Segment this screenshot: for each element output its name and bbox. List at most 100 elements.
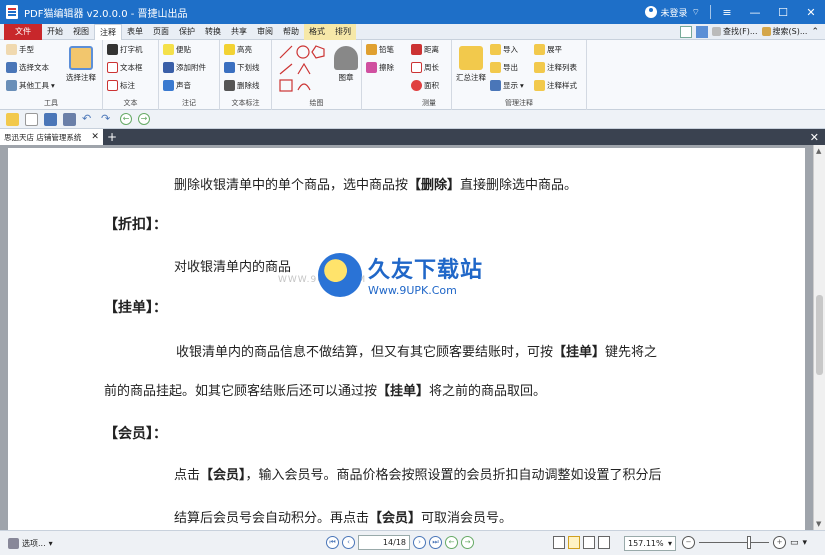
new-file-icon[interactable] [25, 112, 38, 126]
gear-icon [6, 80, 17, 91]
new-tab-icon[interactable]: + [107, 130, 117, 144]
scroll-up-icon[interactable]: ▲ [816, 147, 821, 155]
hand-tool[interactable]: 手型 [6, 44, 34, 55]
tab-convert[interactable]: 转换 [200, 24, 226, 40]
search-button[interactable]: 搜索(S)... [761, 26, 807, 37]
zoom-slider[interactable] [699, 536, 769, 549]
page-number-input[interactable]: 14/18 [358, 535, 410, 550]
next-page-button[interactable]: › [413, 536, 426, 549]
other-tools[interactable]: 其他工具 ▾ [6, 80, 55, 91]
first-page-button[interactable]: ⏮ [326, 536, 339, 549]
stamp-label: 图章 [338, 73, 354, 82]
undo-icon[interactable]: ↶ [82, 112, 95, 126]
zoom-out-button[interactable]: − [682, 536, 695, 549]
back-icon[interactable]: ← [120, 113, 132, 125]
speaker-icon [163, 80, 174, 91]
prev-page-button[interactable]: ‹ [342, 536, 355, 549]
export-tool[interactable]: 导出 [490, 62, 518, 73]
perimeter-tool[interactable]: 周长 [411, 62, 439, 73]
show-tool[interactable]: 显示 ▾ [490, 80, 524, 91]
note-tool[interactable]: 便贴 [163, 44, 191, 55]
zoom-slider-handle[interactable] [747, 536, 751, 549]
textbox-tool[interactable]: 文本框 [107, 62, 143, 73]
tab-protect[interactable]: 保护 [174, 24, 200, 40]
redo-icon[interactable]: ↷ [101, 112, 114, 126]
login-button[interactable]: 未登录 ⌔ [644, 6, 700, 19]
tab-arrange[interactable]: 排列 [330, 23, 356, 40]
tab-page[interactable]: 页面 [148, 24, 174, 40]
typewriter-tool[interactable]: 打字机 [107, 44, 143, 55]
maximize-button[interactable]: ☐ [769, 0, 797, 24]
close-tab-icon[interactable]: ✕ [91, 132, 99, 142]
tab-file[interactable]: 文件 [4, 23, 42, 40]
scroll-down-icon[interactable]: ▼ [816, 520, 821, 528]
fit-page-icon[interactable]: ▭ [790, 538, 799, 548]
draw-shapes-icon[interactable] [278, 44, 328, 94]
facing-view-icon[interactable] [583, 536, 595, 549]
annot-list-tool[interactable]: 注释列表 [534, 62, 577, 73]
annot-style-tool[interactable]: 注释样式 [534, 80, 577, 91]
import-icon [490, 44, 501, 55]
info-icon[interactable] [696, 25, 709, 38]
open-folder-icon[interactable] [6, 112, 19, 126]
text-line-3: 收银清单内的商品信息不做结算，但又有其它顾客要结账时，可按【挂单】键先将之 [176, 345, 658, 360]
stamp-tool[interactable]: 图章 [334, 46, 358, 83]
vertical-scrollbar[interactable]: ▲ ▼ [813, 145, 825, 530]
close-button[interactable]: ✕ [797, 0, 825, 24]
flatten-tool[interactable]: 展平 [534, 44, 562, 55]
close-all-icon[interactable]: ✕ [810, 131, 825, 144]
callout-tool[interactable]: 标注 [107, 80, 135, 91]
tab-share[interactable]: 共享 [226, 24, 252, 40]
group-tools: 手型 选择文本 其他工具 ▾ 选择注释 工具 [0, 40, 103, 110]
sound-tool[interactable]: 声音 [163, 80, 191, 91]
pencil-tool[interactable]: 铅笔 [366, 44, 394, 55]
text-line-6: 结算后会员号会自动积分。再点击【会员】可取消会员号。 [174, 511, 513, 526]
last-page-button[interactable]: ⏭ [429, 536, 442, 549]
tab-format[interactable]: 格式 [304, 23, 330, 40]
collapse-ribbon-icon[interactable]: ⌃ [811, 27, 819, 37]
highlight-tool[interactable]: 高亮 [224, 44, 252, 55]
print-icon[interactable] [63, 112, 76, 126]
tab-review[interactable]: 审阅 [252, 24, 278, 40]
menu-icon[interactable]: ≡ [713, 0, 741, 24]
tab-annotate[interactable]: 注释 [94, 23, 122, 40]
document-tab[interactable]: 思迅天店 店铺管理系统 ✕ [0, 129, 103, 145]
forward-icon[interactable]: → [138, 113, 150, 125]
distance-tool[interactable]: 距离 [411, 44, 439, 55]
find-button[interactable]: 查找(F)... [712, 26, 758, 37]
scrollbar-thumb[interactable] [816, 295, 823, 375]
tab-start[interactable]: 开始 [42, 24, 68, 40]
attach-tool[interactable]: 添加附件 [163, 62, 206, 73]
zoom-in-button[interactable]: + [773, 536, 786, 549]
fit-icon[interactable] [680, 25, 693, 38]
group-draw-label: 绘图 [309, 99, 324, 107]
group-text-label: 文本 [123, 99, 138, 107]
options-button[interactable]: 选项... ▾ [8, 537, 53, 549]
highlight-icon [224, 44, 235, 55]
continuous-facing-view-icon[interactable] [598, 536, 610, 549]
back-view-button[interactable]: ← [445, 536, 458, 549]
strike-tool[interactable]: 删除线 [224, 80, 260, 91]
forward-view-button[interactable]: → [461, 536, 474, 549]
underline-tool[interactable]: 下划线 [224, 62, 260, 73]
document-tab-bar: 思迅天店 店铺管理系统 ✕ + ✕ [0, 129, 825, 145]
import-tool[interactable]: 导入 [490, 44, 518, 55]
select-text-tool[interactable]: 选择文本 [6, 62, 49, 73]
tab-view[interactable]: 视图 [68, 24, 94, 40]
select-annot-tool[interactable]: 选择注释 [66, 46, 96, 83]
chevron-down-icon: ▾ [667, 539, 672, 548]
zoom-select[interactable]: 157.11% ▾ [624, 536, 676, 551]
area-tool[interactable]: 面积 [411, 80, 439, 91]
single-page-view-icon[interactable] [553, 536, 565, 549]
minimize-button[interactable]: — [741, 0, 769, 24]
tab-help[interactable]: 帮助 [278, 24, 304, 40]
continuous-view-icon[interactable] [568, 536, 580, 549]
textbox-label: 文本框 [120, 63, 143, 72]
summary-tool[interactable]: 汇总注释 [456, 46, 486, 83]
eraser-tool[interactable]: 擦除 [366, 62, 394, 73]
tab-form[interactable]: 表单 [122, 24, 148, 40]
watermark-logo-icon [318, 252, 362, 297]
group-annot-label: 注记 [182, 99, 196, 107]
chevron-down-icon[interactable]: ▾ [803, 538, 808, 548]
save-icon[interactable] [44, 112, 57, 126]
